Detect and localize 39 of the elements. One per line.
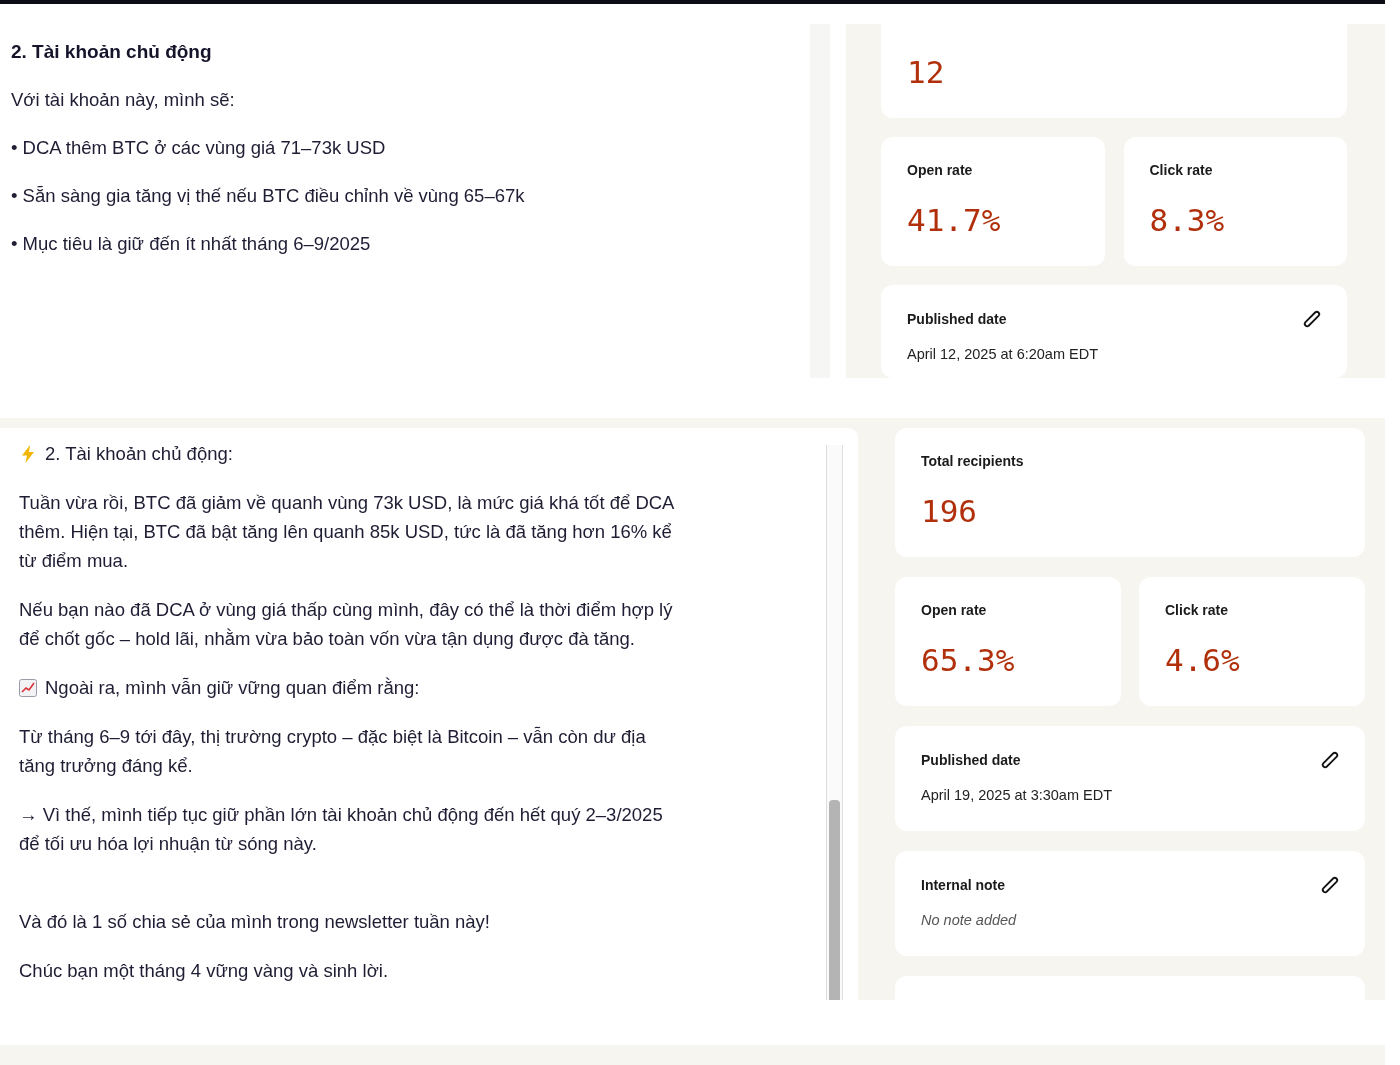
paragraph: Và đó là 1 số chia sẻ của mình trong newsletter tuần này! (19, 910, 491, 934)
stat-label: Click rate (1149, 161, 1214, 180)
lightning-icon (22, 444, 34, 463)
info-label: Published date (921, 751, 1021, 770)
edit-button[interactable] (1319, 749, 1341, 771)
paragraph: • DCA thêm BTC ở các vùng giá 71–73k USD (11, 136, 387, 160)
edit-button[interactable] (1301, 308, 1323, 330)
paragraph: Tuần vừa rồi, BTC đã giảm về quanh vùng 73k USD, là mức giá khá tốt để DCA thêm. Hiện tại, BTC đã bật tăng lên quanh 85k USD, tức là đã tăng hơn 16% kể từ điểm mua. (19, 491, 675, 573)
stat-label: Open rate (921, 601, 988, 620)
stat-label: Click rate (1165, 601, 1230, 620)
paragraph: Từ tháng 6–9 tới đây, thị trường crypto – đặc biệt là Bitcoin – vẫn còn dư địa tăng trưởng đáng kể. (19, 725, 647, 778)
paragraph: Nếu bạn nào đã DCA ở vùng giá thấp cùng mình, đây có thể là thời điểm hợp lý để chốt gốc – hold lãi, nhằm vừa bảo toàn vốn vừa tận dụng được đà tăng. (19, 598, 674, 651)
stat-value: 196 (921, 492, 978, 531)
edit-button[interactable] (1319, 874, 1341, 896)
paragraph: → Vì thế, mình tiếp tục giữ phần lớn tài khoản chủ động đến hết quý 2–3/2025 để tối ưu hóa lợi nhuận từ sóng này. (19, 803, 664, 856)
paragraph: Chúc bạn một tháng 4 vững vàng và sinh lời. (19, 959, 390, 983)
section-heading: 2. Tài khoản chủ động (11, 40, 213, 64)
paragraph: • Sẵn sàng gia tăng vị thế nếu BTC điều chỉnh về vùng 65–67k (11, 184, 526, 208)
paragraph: • Mục tiêu là giữ đến ít nhất tháng 6–9/2025 (11, 232, 372, 256)
info-label: Internal note (921, 876, 1005, 895)
stat-label: Total recipients (921, 452, 1025, 471)
stat-value: 12 (907, 53, 946, 92)
paragraph: Với tài khoản này, mình sẽ: (11, 88, 236, 112)
stat-value: 8.3% (1149, 201, 1226, 240)
info-value: No note added (921, 911, 1018, 930)
line-chart-icon (19, 678, 37, 697)
info-value: April 19, 2025 at 3:30am EDT (921, 786, 1114, 805)
stat-label: Open rate (907, 161, 974, 180)
stat-value: 4.6% (1165, 641, 1241, 680)
pencil-icon (1320, 750, 1340, 770)
info-label: Published date (907, 310, 1007, 329)
paragraph: 2. Tài khoản chủ động: (45, 442, 233, 466)
stat-value: 65.3% (921, 641, 1016, 680)
pencil-icon (1302, 309, 1322, 329)
info-value: April 12, 2025 at 6:20am EDT (907, 345, 1100, 364)
scrollbar-thumb[interactable] (829, 800, 840, 1000)
paragraph: Ngoài ra, mình vẫn giữ vững quan điểm rằng: (45, 676, 420, 700)
stat-value: 41.7% (907, 201, 1002, 240)
pencil-icon (1320, 875, 1340, 895)
